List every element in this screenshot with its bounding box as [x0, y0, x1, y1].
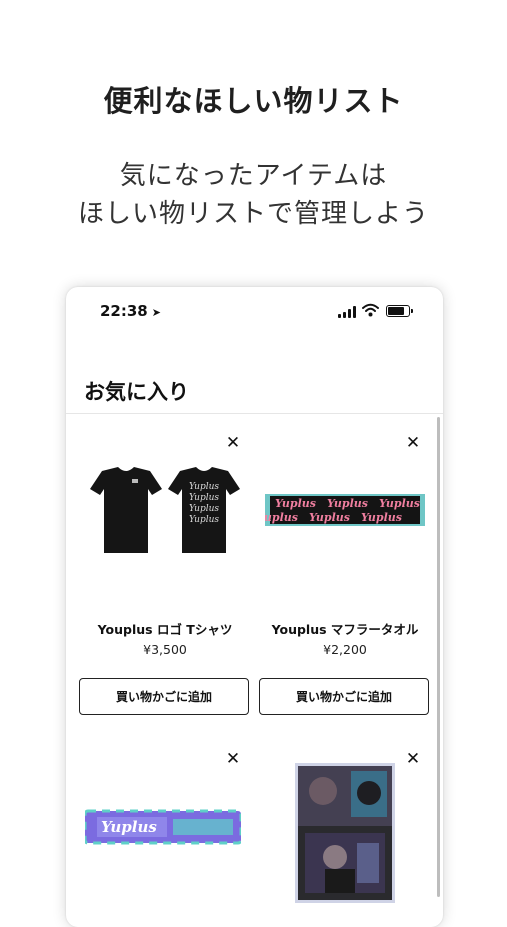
- product-image-penlight[interactable]: Yuplus: [85, 809, 241, 845]
- location-arrow-icon: ➤: [151, 306, 161, 319]
- cellular-signal-icon: [338, 306, 356, 318]
- product-price: ¥3,500: [143, 642, 187, 657]
- remove-item-close-icon[interactable]: ✕: [223, 749, 243, 769]
- tshirt-print-text: Yuplus: [189, 515, 219, 525]
- remove-item-close-icon[interactable]: ✕: [403, 749, 423, 769]
- add-to-cart-button[interactable]: 買い物かごに追加: [259, 678, 429, 715]
- towel-print-text: Yuplus: [327, 497, 368, 510]
- remove-item-close-icon[interactable]: ✕: [403, 433, 423, 453]
- towel-print-text: Yuplus: [361, 511, 402, 524]
- tshirt-print-text: Yuplus: [189, 504, 219, 514]
- product-image-towel[interactable]: Yuplus Yuplus Yuplus Yuplus Yuplus Yuplu…: [265, 494, 425, 526]
- favorite-item-card: ✕ Yuplus Yuplus Yuplus Yuplus Yuplus Yup…: [259, 427, 431, 717]
- product-price: ¥2,200: [323, 642, 367, 657]
- promo-subline-2: ほしい物リストで管理しよう: [77, 199, 429, 229]
- promo-subline-1: 気になったアイテムは: [119, 161, 388, 191]
- status-time: 22:38 ➤: [100, 302, 161, 320]
- towel-print-text: Yuplus: [275, 497, 316, 510]
- tshirt-print-text: Yuplus: [189, 493, 219, 503]
- battery-icon: [386, 305, 413, 317]
- favorite-item-card: ✕: [259, 743, 431, 913]
- status-time-text: 22:38: [100, 302, 148, 320]
- wifi-icon: [362, 303, 379, 317]
- favorite-item-card: ✕ Yuplus Yuplus Yuplus Yuplus Youplus ロゴ…: [79, 427, 251, 717]
- favorite-item-card: ✕ Yuplus: [79, 743, 251, 913]
- product-name[interactable]: Youplus ロゴ Tシャツ: [79, 619, 251, 638]
- product-image-photo-card[interactable]: [295, 763, 395, 903]
- product-image-tshirt[interactable]: Yuplus Yuplus Yuplus Yuplus: [83, 467, 245, 557]
- towel-print-text: Yuplus: [379, 497, 420, 510]
- towel-print-text: Yuplus: [309, 511, 350, 524]
- remove-item-close-icon[interactable]: ✕: [223, 433, 243, 453]
- scrollbar[interactable]: [437, 417, 440, 897]
- promo-headline: 便利なほしい物リスト: [103, 84, 404, 118]
- towel-print-text: Yuplus: [265, 511, 298, 524]
- product-name[interactable]: Youplus マフラータオル: [259, 619, 431, 638]
- header-divider: [66, 413, 443, 414]
- phone-mockup: 22:38 ➤ お気に入り ✕ Yuplus Yuplus Yuplus Yupl…: [66, 287, 443, 927]
- screen-title: お気に入り: [84, 380, 189, 404]
- add-to-cart-button[interactable]: 買い物かごに追加: [79, 678, 249, 715]
- penlight-print-text: Yuplus: [101, 818, 157, 836]
- tshirt-print-text: Yuplus: [189, 482, 219, 492]
